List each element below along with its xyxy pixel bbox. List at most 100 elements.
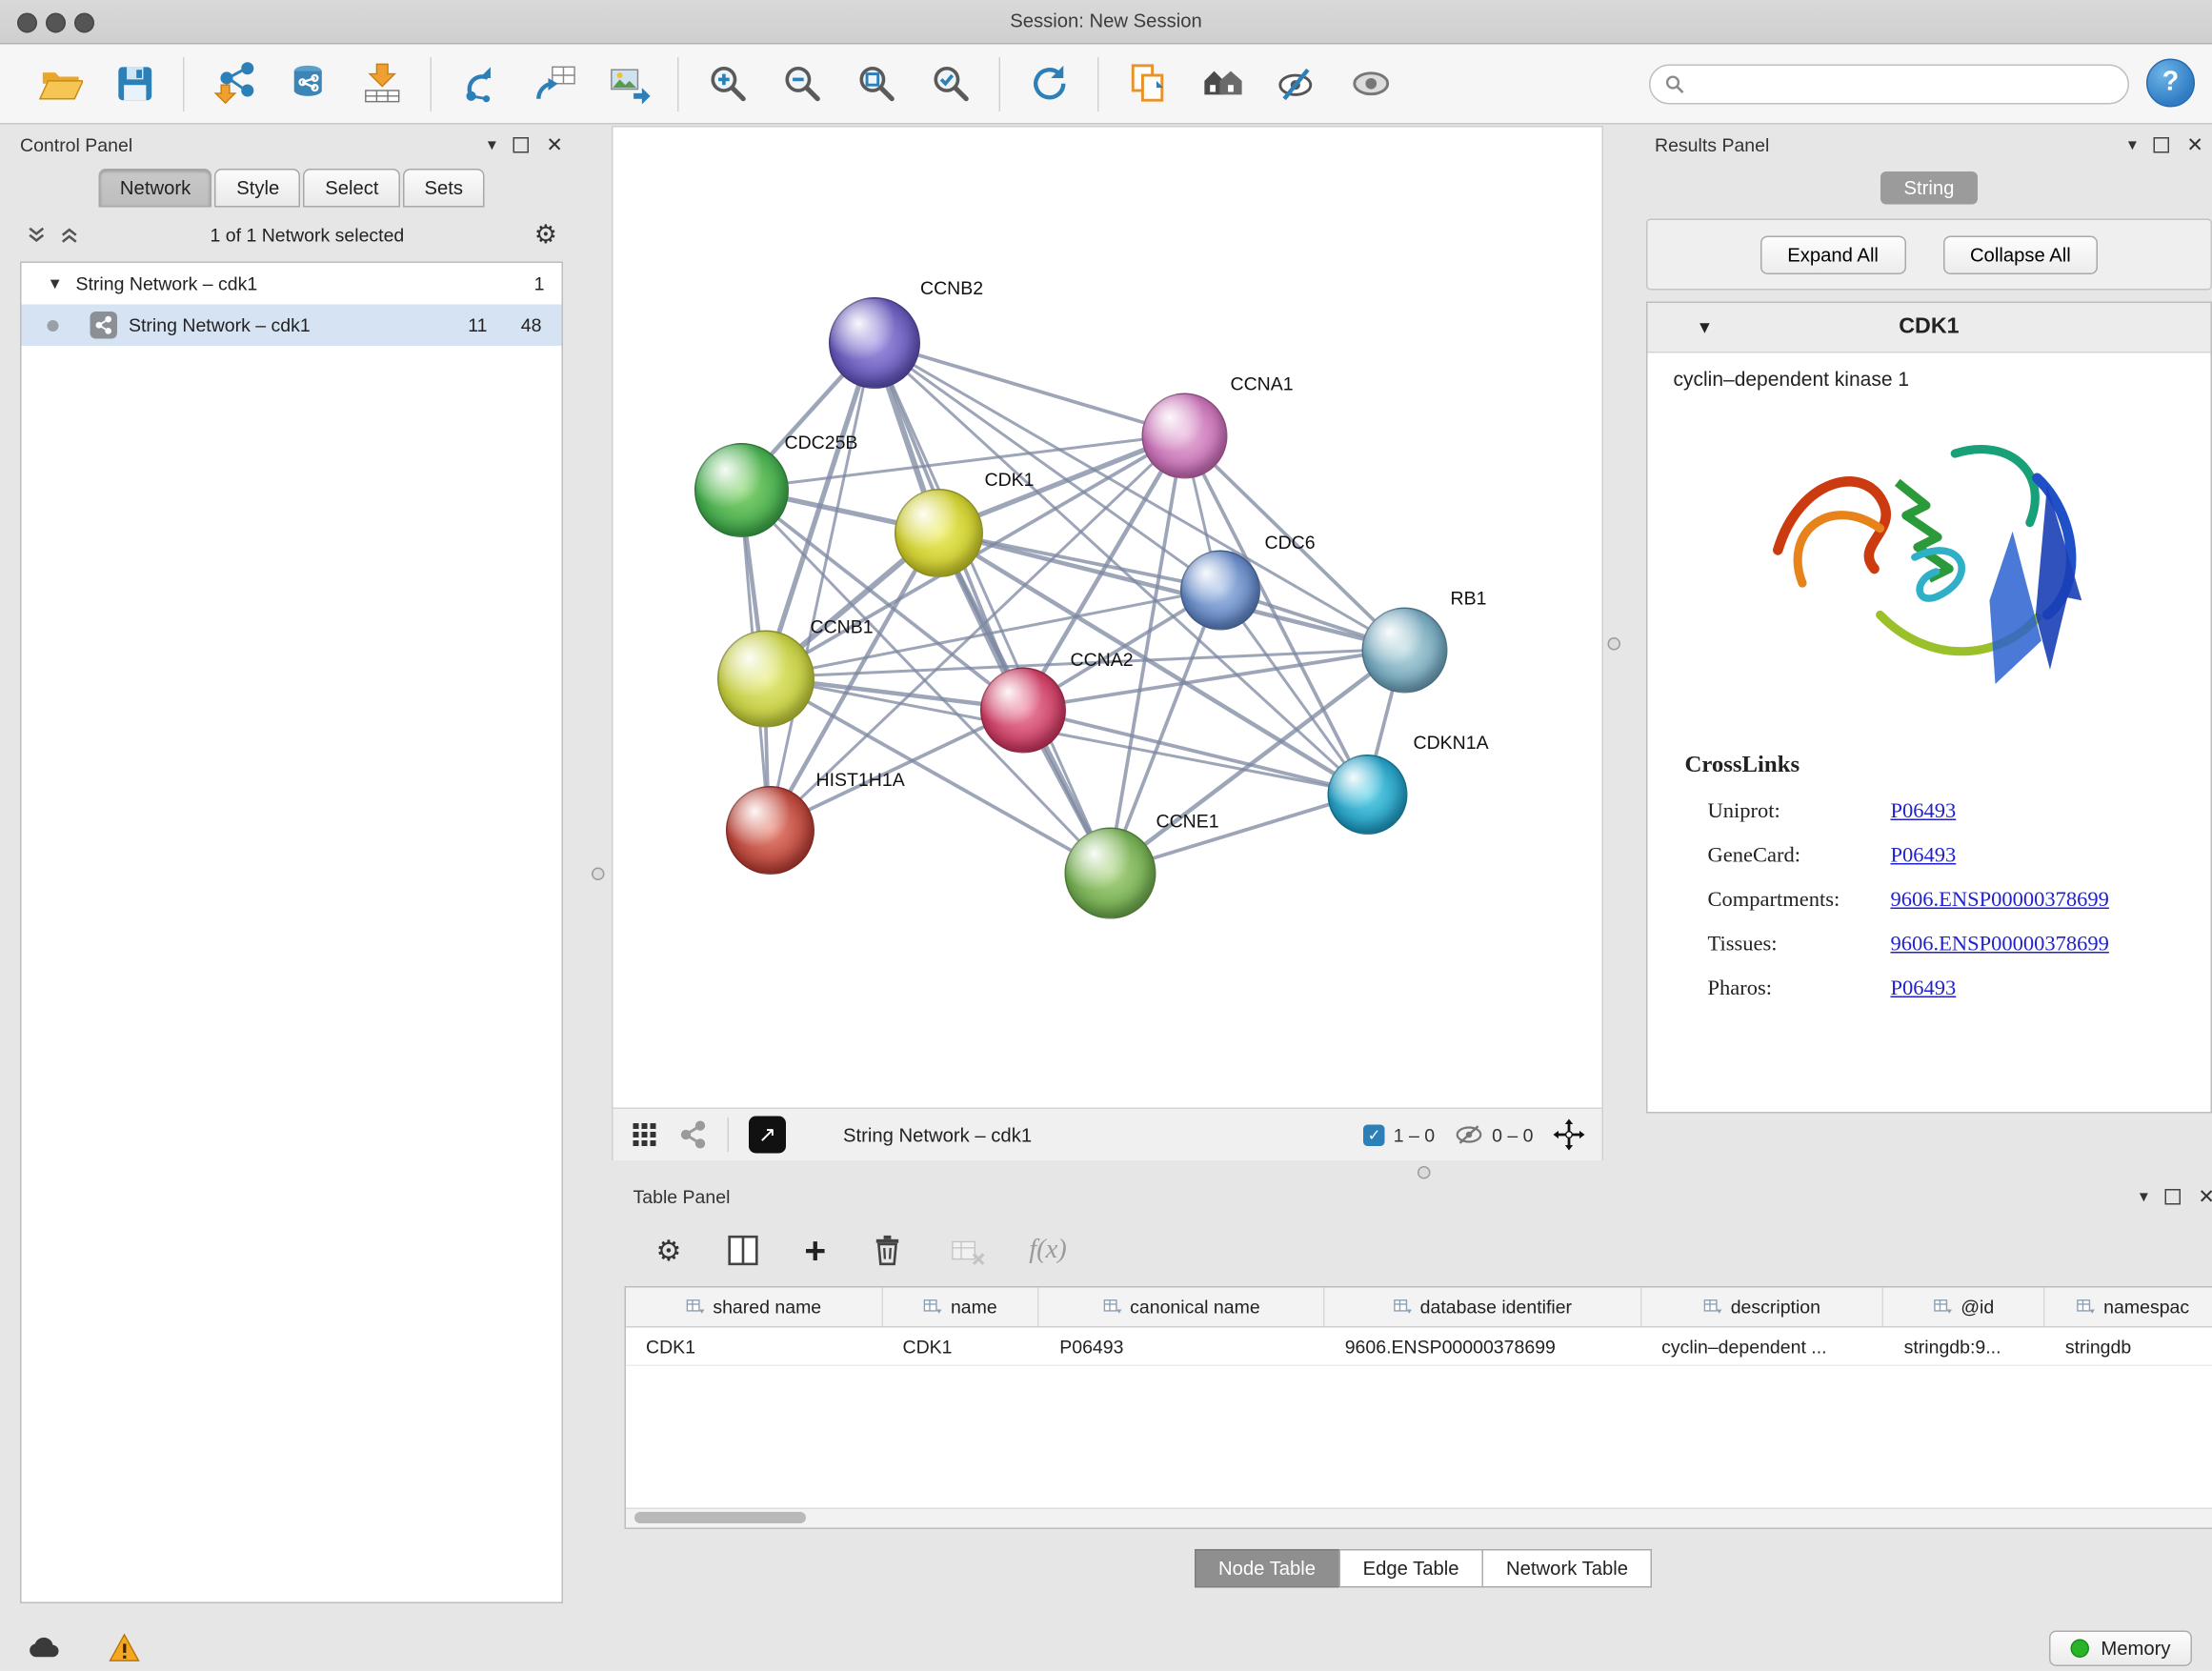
disclosure-triangle-icon[interactable]: ▼ xyxy=(48,275,68,292)
panel-menu-icon[interactable]: ▾ xyxy=(2140,1186,2148,1206)
table-cell[interactable]: P06493 xyxy=(1039,1328,1324,1365)
table-row[interactable]: CDK1CDK1P064939606.ENSP00000378699cyclin… xyxy=(626,1328,2212,1367)
network-mode-icon[interactable] xyxy=(679,1120,708,1149)
network-node-rb1[interactable] xyxy=(1362,608,1448,694)
selected-checkbox-icon[interactable]: ✓ xyxy=(1363,1124,1385,1146)
network-options-gear-icon[interactable]: ⚙ xyxy=(534,219,557,250)
table-cell[interactable]: CDK1 xyxy=(883,1328,1040,1365)
collapse-all-icon[interactable] xyxy=(26,224,48,246)
column-header-canonical-name[interactable]: canonical name xyxy=(1039,1288,1324,1327)
pan-crosshair-icon[interactable] xyxy=(1554,1119,1585,1151)
table-cell[interactable]: stringdb xyxy=(2045,1328,2212,1365)
table-cell[interactable]: stringdb:9... xyxy=(1884,1328,2045,1365)
collapse-all-button[interactable]: Collapse All xyxy=(1942,235,2098,274)
zoom-in-button[interactable] xyxy=(691,52,765,115)
expand-all-icon[interactable] xyxy=(59,224,81,246)
results-panel-header: Results Panel ▾ ✕ xyxy=(1646,129,2212,160)
grid-mode-icon[interactable] xyxy=(631,1120,659,1149)
panel-menu-icon[interactable]: ▾ xyxy=(2128,134,2137,154)
import-network-file-button[interactable] xyxy=(196,52,271,115)
string-tab[interactable]: String xyxy=(1881,171,1978,205)
search-input[interactable] xyxy=(1694,72,2114,97)
export-image-button[interactable] xyxy=(592,52,666,115)
crosslink-link[interactable]: 9606.ENSP00000378699 xyxy=(1891,889,2109,914)
birdseye-view-button[interactable]: ↗ xyxy=(749,1117,786,1154)
column-header-description[interactable]: description xyxy=(1641,1288,1884,1327)
tab-network[interactable]: Network xyxy=(98,169,211,208)
tab-edge-table[interactable]: Edge Table xyxy=(1338,1549,1483,1588)
open-folder-icon xyxy=(38,62,83,107)
create-column-icon[interactable]: + xyxy=(804,1237,826,1265)
column-header-shared-name[interactable]: shared name xyxy=(626,1288,883,1327)
zoom-selected-button[interactable] xyxy=(914,52,988,115)
right-splitter-handle[interactable] xyxy=(1608,637,1621,651)
tab-select[interactable]: Select xyxy=(304,169,400,208)
table-cell[interactable]: cyclin–dependent ... xyxy=(1641,1328,1884,1365)
crosslink-link[interactable]: P06493 xyxy=(1891,800,1957,825)
network-node-cdc25b[interactable] xyxy=(694,443,789,537)
column-header-name[interactable]: name xyxy=(883,1288,1040,1327)
network-type-icon xyxy=(90,312,118,339)
open-session-button[interactable] xyxy=(23,52,97,115)
zoom-fit-button[interactable] xyxy=(839,52,914,115)
new-network-selection-button[interactable] xyxy=(443,52,517,115)
close-panel-icon[interactable]: ✕ xyxy=(2198,1184,2212,1209)
save-session-button[interactable] xyxy=(97,52,171,115)
show-graphics-details-button[interactable] xyxy=(1259,52,1334,115)
node-table[interactable]: shared namenamecanonical namedatabase id… xyxy=(625,1286,2212,1529)
memory-button[interactable]: Memory xyxy=(2049,1630,2192,1666)
panel-menu-icon[interactable]: ▾ xyxy=(488,134,496,154)
tab-style[interactable]: Style xyxy=(215,169,301,208)
import-table-button[interactable] xyxy=(345,52,419,115)
close-panel-icon[interactable]: ✕ xyxy=(546,132,563,157)
network-node-ccnb2[interactable] xyxy=(829,297,920,389)
float-panel-icon[interactable] xyxy=(2154,136,2170,152)
bottom-splitter-handle[interactable] xyxy=(1418,1166,1431,1179)
network-node-cdc6[interactable] xyxy=(1180,551,1260,631)
disclosure-triangle-icon[interactable]: ▼ xyxy=(1697,317,1714,337)
home-panels-button[interactable] xyxy=(1185,52,1259,115)
network-node-hist1h1a[interactable] xyxy=(726,786,814,875)
close-panel-icon[interactable]: ✕ xyxy=(2186,132,2203,157)
delete-column-trash-icon[interactable] xyxy=(869,1232,906,1269)
copy-document-button[interactable] xyxy=(1111,52,1185,115)
column-header-@id[interactable]: @id xyxy=(1884,1288,2045,1327)
tab-sets[interactable]: Sets xyxy=(403,169,485,208)
table-cell[interactable]: 9606.ENSP00000378699 xyxy=(1325,1328,1641,1365)
crosslink-link[interactable]: 9606.ENSP00000378699 xyxy=(1891,934,2109,958)
zoom-out-button[interactable] xyxy=(765,52,839,115)
warnings-button[interactable] xyxy=(100,1631,149,1665)
column-header-namespac[interactable]: namespac xyxy=(2045,1288,2212,1327)
network-collection-row[interactable]: ▼ String Network – cdk1 1 xyxy=(22,263,562,305)
horizontal-scrollbar[interactable] xyxy=(626,1508,2212,1528)
table-settings-gear-icon[interactable]: ⚙ xyxy=(656,1233,682,1269)
network-node-ccne1[interactable] xyxy=(1065,828,1156,919)
network-node-ccna2[interactable] xyxy=(980,668,1066,754)
float-panel-icon[interactable] xyxy=(2165,1188,2182,1204)
scrollbar-thumb[interactable] xyxy=(634,1512,806,1523)
table-cell[interactable]: CDK1 xyxy=(626,1328,883,1365)
protein-card-header[interactable]: ▼ CDK1 xyxy=(1648,303,2211,353)
import-network-database-button[interactable] xyxy=(271,52,345,115)
network-node-cdk1[interactable] xyxy=(895,489,983,577)
help-button[interactable]: ? xyxy=(2146,59,2195,108)
column-header-database-identifier[interactable]: database identifier xyxy=(1325,1288,1641,1327)
apply-layout-button[interactable] xyxy=(1012,52,1086,115)
crosslink-link[interactable]: P06493 xyxy=(1891,845,1957,870)
expand-all-button[interactable]: Expand All xyxy=(1760,235,1906,274)
new-network-table-button[interactable] xyxy=(517,52,592,115)
show-hide-panel-button[interactable] xyxy=(1334,52,1408,115)
network-node-cdkn1a[interactable] xyxy=(1328,755,1408,835)
network-canvas[interactable]: CCNB2CCNA1CDC25BCDK1CDC6RB1CCNB1CCNA2CDK… xyxy=(613,128,1602,1108)
network-node-ccnb1[interactable] xyxy=(717,631,814,728)
left-splitter-handle[interactable] xyxy=(592,868,605,881)
network-row-selected[interactable]: String Network – cdk1 11 48 xyxy=(22,305,562,347)
cloud-status-button[interactable] xyxy=(20,1631,69,1665)
tab-node-table[interactable]: Node Table xyxy=(1194,1549,1339,1588)
float-panel-icon[interactable] xyxy=(513,136,530,152)
function-builder-icon[interactable]: f(x) xyxy=(1029,1235,1067,1266)
network-node-ccna1[interactable] xyxy=(1142,393,1228,479)
show-columns-icon[interactable] xyxy=(724,1232,761,1269)
tab-network-table[interactable]: Network Table xyxy=(1482,1549,1653,1588)
crosslink-link[interactable]: P06493 xyxy=(1891,977,1957,1002)
